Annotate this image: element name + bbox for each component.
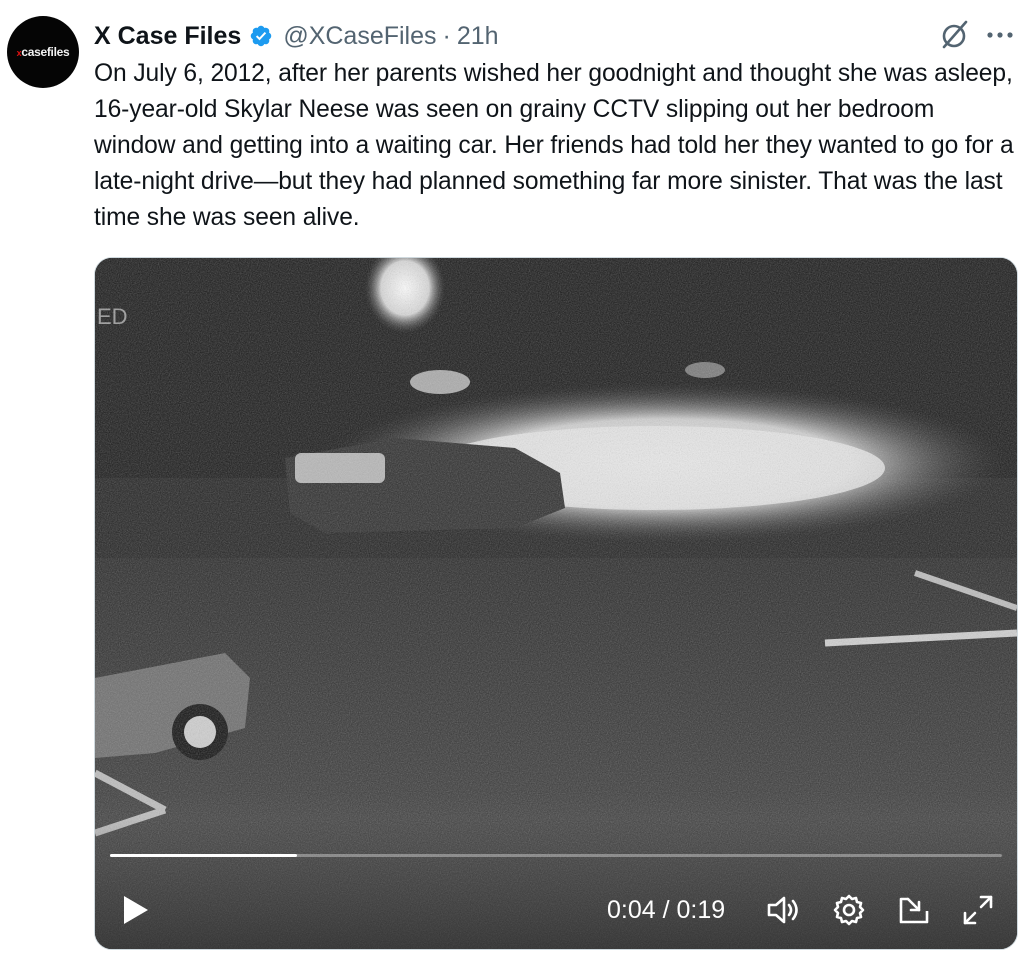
- tweet-text: On July 6, 2012, after her parents wishe…: [94, 60, 1014, 231]
- fullscreen-button[interactable]: [959, 891, 997, 929]
- volume-icon: [767, 896, 798, 924]
- display-name[interactable]: X Case Files: [94, 22, 241, 51]
- timestamp[interactable]: 21h: [457, 22, 499, 51]
- video-player[interactable]: ED 0:04 / 0:19: [94, 257, 1018, 950]
- grok-icon[interactable]: [938, 18, 972, 52]
- video-progress-bar[interactable]: [110, 854, 1002, 857]
- handle[interactable]: @XCaseFiles: [283, 22, 436, 51]
- video-progress-fill: [110, 854, 298, 857]
- play-icon: [124, 896, 148, 924]
- more-icon[interactable]: [983, 18, 1017, 52]
- video-time: 0:04 / 0:19: [607, 896, 726, 924]
- tweet: xcasefiles X Case Files @XCaseFiles · 21…: [0, 0, 1024, 963]
- separator-dot: ·: [442, 21, 451, 50]
- picture-in-picture-button[interactable]: [895, 891, 933, 929]
- picture-in-picture-icon: [899, 897, 929, 924]
- play-button[interactable]: [117, 892, 153, 928]
- settings-button[interactable]: [830, 891, 868, 929]
- controls-shade: [95, 818, 1017, 949]
- expand-icon: [963, 895, 993, 925]
- volume-button[interactable]: [765, 891, 803, 929]
- avatar-logo: xcasefiles: [16, 45, 70, 59]
- verified-badge-icon[interactable]: [249, 24, 273, 48]
- gear-icon: [833, 894, 865, 926]
- avatar[interactable]: xcasefiles: [7, 16, 79, 88]
- tweet-header: X Case Files @XCaseFiles · 21h: [94, 16, 499, 56]
